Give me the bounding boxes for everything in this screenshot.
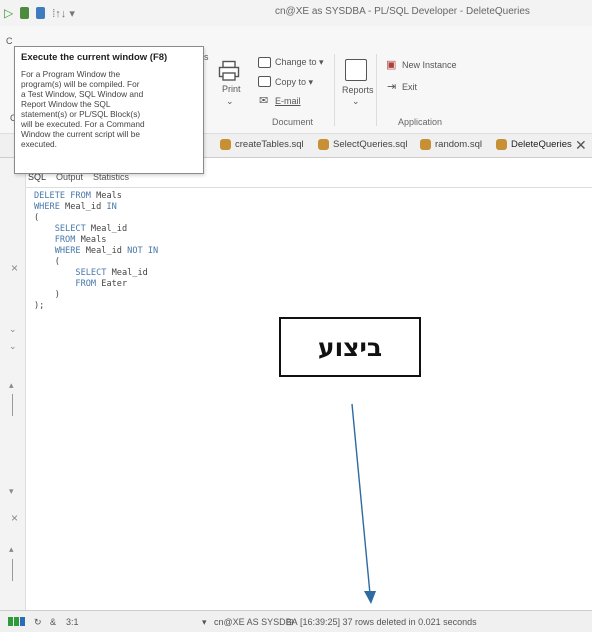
tooltip-title: Execute the current window (F8) xyxy=(21,52,168,63)
connection-dropdown-icon[interactable]: ▾ xyxy=(202,617,207,628)
tooltip-line: a Test Window, SQL Window and xyxy=(21,89,144,99)
tooltip-body: For a Program Window the program(s) will … xyxy=(21,69,197,149)
tooltip-line: For a Program Window the xyxy=(21,69,121,79)
status-message: [16:39:25] 37 rows deleted in 0.021 seco… xyxy=(300,617,477,627)
status-indicator-icon xyxy=(8,617,25,628)
tooltip-line: Report Window the SQL xyxy=(21,99,111,109)
link-icon[interactable]: & xyxy=(50,617,56,627)
status-bar: ↻ & 3:1 ▾ cn@XE AS SYSDBA ⊟ [16:39:25] 3… xyxy=(0,610,592,632)
cursor-position: 3:1 xyxy=(66,617,79,627)
message-icon: ⊟ xyxy=(286,617,294,627)
refresh-icon[interactable]: ↻ xyxy=(34,617,42,628)
tooltip-line: program(s) will be compiled. For xyxy=(21,79,140,89)
app-window: ▷ ⁞↑↓ ▾ cn@XE as SYSDBA - PL/SQL Develop… xyxy=(0,0,592,632)
tooltip-line: Window the current script will be xyxy=(21,129,140,139)
tooltip-line: will be executed. For a Command xyxy=(21,119,145,129)
execute-tooltip: Execute the current window (F8) For a Pr… xyxy=(14,46,204,174)
tooltip-line: statement(s) or PL/SQL Block(s) xyxy=(21,109,141,119)
tooltip-line: executed. xyxy=(21,139,57,149)
